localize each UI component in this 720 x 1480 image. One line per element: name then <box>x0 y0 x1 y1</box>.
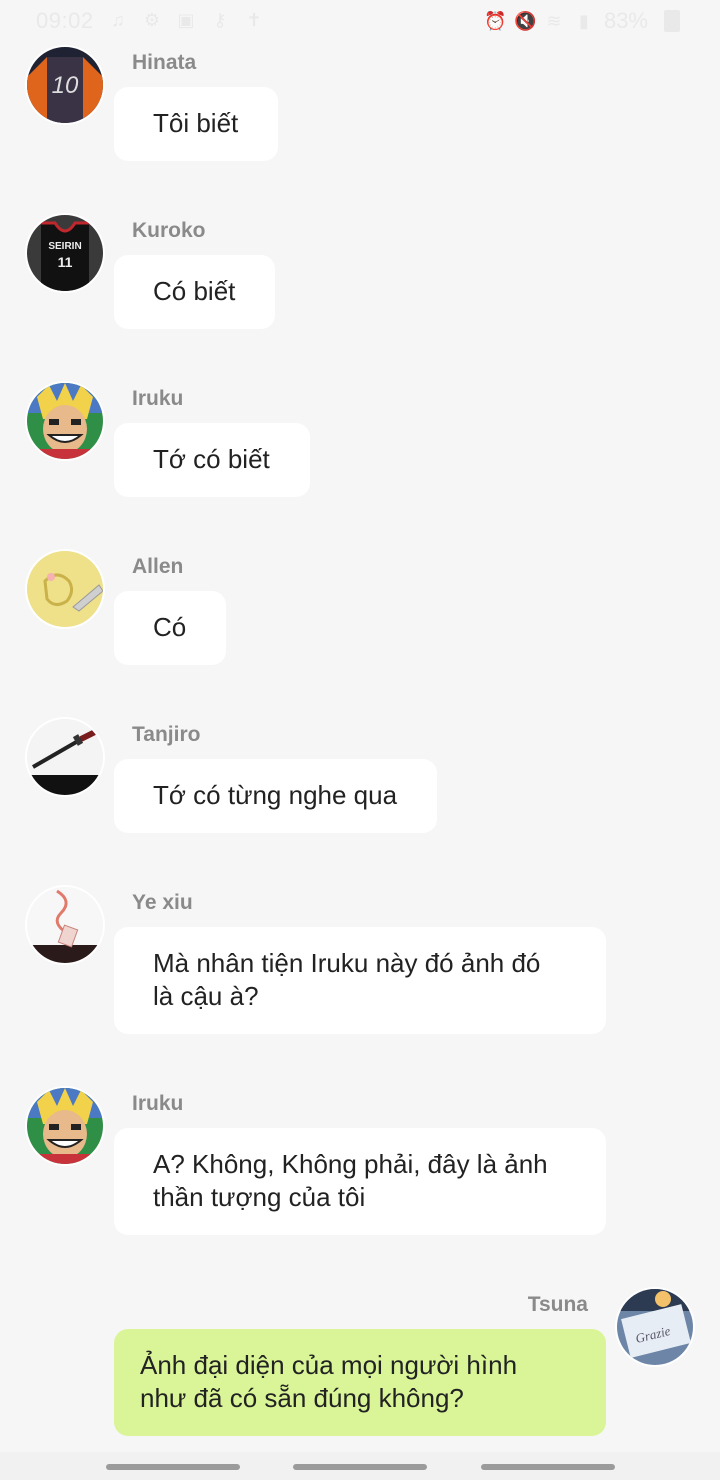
svg-text:SEIRIN: SEIRIN <box>48 241 81 252</box>
message-text-line: Mà nhân tiện Iruku này đó ảnh đó <box>153 948 541 978</box>
status-time: 09:02 <box>36 8 94 33</box>
sender-name: Allen <box>132 555 184 578</box>
avatar-tsuna[interactable]: Grazie <box>617 1289 693 1365</box>
music-icon: ♫ <box>111 10 125 30</box>
avatar-hinata[interactable]: 10 <box>27 47 103 123</box>
wifi-off-icon: ≋ <box>546 11 562 31</box>
message-text-line: Tớ có biết <box>153 444 270 474</box>
sender-name: Iruku <box>132 1092 184 1115</box>
status-bar: 09:02 ♫ ⚙ ▣ ⚷ ✝ ⏰ 🔇 ≋ ▮ 83% <box>0 0 720 44</box>
message-text-line: Có biết <box>153 276 236 306</box>
avatar-kuroko[interactable]: SEIRIN 11 <box>27 215 103 291</box>
basketball-jersey-10-avatar: 10 <box>27 47 103 123</box>
message-text-line: là cậu à? <box>153 981 259 1011</box>
nav-home-button[interactable] <box>293 1464 427 1470</box>
avatar-allen[interactable] <box>27 551 103 627</box>
sender-name: Tsuna <box>527 1293 588 1316</box>
all-might-avatar <box>27 383 103 459</box>
nav-recents-button[interactable] <box>106 1464 240 1470</box>
message-text-line: A? Không, Không phải, đây là ảnh <box>153 1149 548 1179</box>
message-text-line: thần tượng của tôi <box>153 1182 366 1212</box>
signal-icon: ▮ <box>579 11 589 31</box>
battery-icon <box>664 10 680 32</box>
sender-name: Tanjiro <box>132 723 201 746</box>
message-text-line: như đã có sẵn đúng không? <box>140 1383 464 1413</box>
message-bubble-self[interactable]: Ảnh đại diện của mọi người hình như đã c… <box>114 1329 606 1436</box>
message-bubble[interactable]: Tớ có biết <box>114 423 310 497</box>
accessibility-icon: ✝ <box>246 10 262 30</box>
status-notification-icons: ♫ ⚙ ▣ ⚷ ✝ <box>108 10 264 30</box>
alarm-icon: ⏰ <box>483 11 507 31</box>
message-bubble[interactable]: Tớ có từng nghe qua <box>114 759 438 833</box>
yellow-sketch-avatar <box>27 551 103 627</box>
message-bubble[interactable]: Có <box>114 591 227 665</box>
message-text-line: Tớ có từng nghe qua <box>153 780 398 810</box>
message-bubble[interactable]: Mà nhân tiện Iruku này đó ảnh đó là cậu … <box>114 927 606 1034</box>
red-ribbon-avatar <box>27 887 103 963</box>
svg-text:11: 11 <box>58 254 73 270</box>
avatar-tanjiro[interactable] <box>27 719 103 795</box>
message-bubble[interactable]: Có biết <box>114 255 276 329</box>
svg-text:10: 10 <box>52 72 79 99</box>
message-text-line: Ảnh đại diện của mọi người hình <box>140 1350 518 1380</box>
nav-back-button[interactable] <box>481 1464 615 1470</box>
image-icon: ▣ <box>177 10 195 30</box>
mute-icon: 🔇 <box>513 11 537 31</box>
avatar-iruku[interactable] <box>27 383 103 459</box>
grazie-card-avatar: Grazie <box>617 1289 693 1365</box>
sender-name: Hinata <box>132 51 197 74</box>
message-bubble[interactable]: A? Không, Không phải, đây là ảnh thần tư… <box>114 1128 606 1235</box>
status-system-icons: ⏰ 🔇 ≋ ▮ 83% <box>484 8 680 34</box>
sender-name: Kuroko <box>132 219 206 242</box>
all-might-avatar <box>27 1088 103 1164</box>
message-text-line: Có <box>153 612 187 642</box>
bottom-navigation-bar <box>0 1452 720 1480</box>
sender-name: Iruku <box>132 387 184 410</box>
message-text-line: Tôi biết <box>153 108 239 138</box>
key-icon: ⚷ <box>213 10 227 30</box>
avatar-iruku[interactable] <box>27 1088 103 1164</box>
avatar-ye-xiu[interactable] <box>27 887 103 963</box>
message-bubble[interactable]: Tôi biết <box>114 87 279 161</box>
battery-percent: 83% <box>603 8 648 33</box>
settings-photo-icon: ⚙ <box>143 10 161 30</box>
sender-name: Ye xiu <box>132 891 193 914</box>
seirin-jersey-11-avatar: SEIRIN 11 <box>27 215 103 291</box>
katana-avatar <box>27 719 103 795</box>
